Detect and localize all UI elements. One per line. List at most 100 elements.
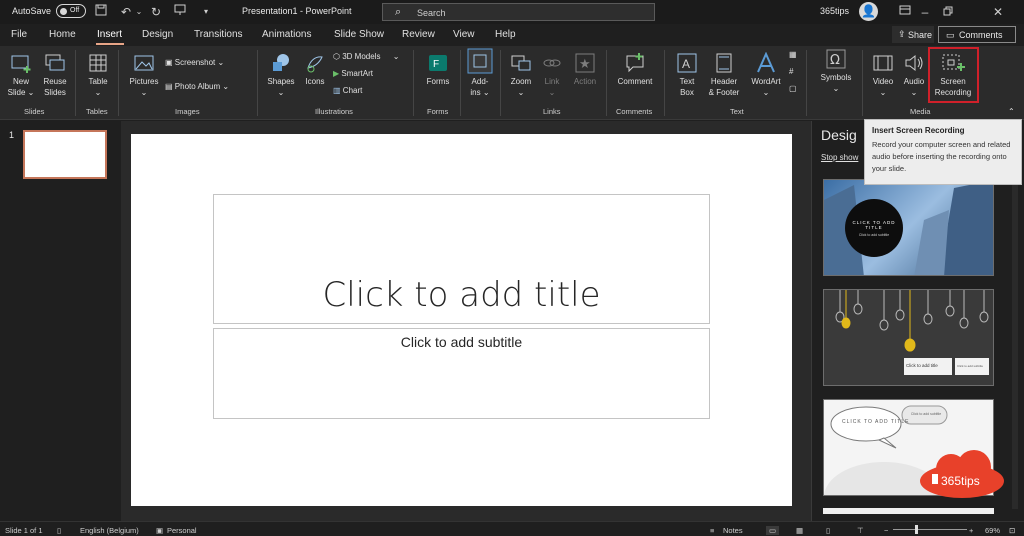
title-placeholder[interactable]: Click to add title: [213, 194, 710, 324]
tab-view[interactable]: View: [453, 29, 475, 40]
restore-icon[interactable]: [940, 4, 956, 20]
designer-scrollbar[interactable]: [1012, 129, 1018, 509]
cube-icon: ⬡: [333, 52, 340, 61]
undo-dropdown-icon[interactable]: ⌄: [131, 4, 147, 20]
zoom-slider-thumb[interactable]: [915, 525, 918, 534]
tab-design[interactable]: Design: [142, 29, 173, 40]
date-time-button[interactable]: ▦: [789, 50, 797, 59]
3d-models-button[interactable]: ⬡ 3D Models ⌄: [333, 52, 399, 61]
forms-button[interactable]: F Forms: [423, 52, 453, 87]
title-bar: AutoSave Off ↶ ⌄ ↻ ▾ Presentation1 - Pow…: [0, 0, 1024, 24]
wordart-button[interactable]: WordArt ⌄: [747, 52, 785, 98]
tab-file[interactable]: File: [11, 29, 27, 40]
photo-album-button[interactable]: ▤ Photo Album ⌄: [165, 82, 229, 91]
group-forms-label: Forms: [427, 107, 449, 116]
account-name[interactable]: 365tips: [820, 6, 849, 16]
search-box[interactable]: ⌕ Search: [382, 3, 655, 21]
notes-icon[interactable]: ≡: [710, 526, 714, 535]
shapes-label: Shapes: [267, 77, 295, 86]
forms-label: Forms: [426, 77, 450, 86]
pictures-label: Pictures: [129, 77, 159, 86]
redo-icon[interactable]: ↻: [148, 4, 164, 20]
symbols-button[interactable]: Ω Symbols ⌄: [815, 48, 857, 94]
zoom-level[interactable]: 69%: [985, 526, 1000, 535]
avatar[interactable]: 👤: [859, 2, 878, 21]
notes-button[interactable]: Notes: [723, 526, 743, 535]
normal-view-icon[interactable]: ▭: [766, 526, 780, 535]
smartart-button[interactable]: ▶ SmartArt: [333, 69, 373, 78]
card-title: CLICK TO ADD TITLE: [842, 419, 910, 425]
group-divider: [664, 50, 665, 116]
subtitle-placeholder[interactable]: Click to add subtitle: [213, 328, 710, 419]
fit-to-window-icon[interactable]: ⊡: [1009, 526, 1015, 535]
tab-animations[interactable]: Animations: [262, 29, 311, 40]
customize-toolbar-icon[interactable]: ▾: [198, 4, 214, 20]
tab-insert[interactable]: Insert: [97, 29, 122, 40]
subtitle-placeholder-text: Click to add subtitle: [400, 334, 523, 350]
autosave-toggle[interactable]: Off: [56, 4, 86, 18]
action-button[interactable]: ★ Action: [569, 52, 601, 87]
comment-button[interactable]: Comment: [613, 52, 657, 87]
addins-button[interactable]: Add- ins ⌄: [466, 48, 494, 98]
ribbon-tabs: File Home Insert Design Transitions Anim…: [0, 24, 1024, 46]
new-slide-label: New: [12, 77, 29, 86]
chart-button[interactable]: ▥ Chart: [333, 86, 362, 95]
zoom-in-button[interactable]: +: [969, 526, 973, 535]
reuse-label: Reuse: [43, 77, 67, 86]
active-tab-indicator: [96, 43, 124, 45]
link-button[interactable]: Link ⌄: [540, 52, 564, 98]
language[interactable]: English (Belgium): [80, 526, 139, 535]
tab-transitions[interactable]: Transitions: [194, 29, 243, 40]
close-icon[interactable]: ✕: [990, 4, 1006, 20]
share-button[interactable]: ⇪ Share: [892, 26, 934, 43]
stop-show-link[interactable]: Stop show: [821, 153, 858, 162]
shapes-button[interactable]: Shapes ⌄: [265, 52, 297, 98]
zoom-out-button[interactable]: −: [884, 526, 888, 535]
action-icon: ★: [575, 53, 595, 73]
zoom-slider[interactable]: [893, 529, 967, 530]
design-idea-2[interactable]: Click to add title Click to add subtitle: [823, 289, 994, 386]
video-button[interactable]: Video ⌄: [868, 52, 898, 98]
slide[interactable]: Click to add title Click to add subtitle: [131, 134, 792, 506]
ribbon-display-icon[interactable]: [897, 4, 913, 20]
group-divider: [75, 50, 76, 116]
spelling-icon[interactable]: ▯: [57, 526, 61, 535]
pictures-button[interactable]: Pictures ⌄: [127, 52, 161, 98]
icons-button[interactable]: Icons: [301, 52, 329, 87]
save-icon[interactable]: [93, 4, 109, 20]
slide-thumbnail[interactable]: [23, 130, 107, 179]
table-button[interactable]: Table ⌄: [84, 52, 112, 98]
reuse-slides-button[interactable]: Reuse Slides: [40, 52, 70, 98]
zoom-button[interactable]: Zoom ⌄: [506, 52, 536, 98]
tab-home[interactable]: Home: [49, 29, 76, 40]
comments-label: Comments: [959, 30, 1003, 40]
group-slides-label: Slides: [24, 107, 45, 116]
design-idea-1[interactable]: CLICK TO ADD TITLE Click to add subtitle: [823, 179, 994, 276]
slideshow-view-icon[interactable]: ⊤: [857, 526, 864, 535]
present-icon[interactable]: [172, 4, 188, 20]
collapse-ribbon-icon[interactable]: ⌃: [1008, 107, 1015, 116]
slide-number-button[interactable]: #: [789, 67, 793, 76]
title-placeholder-text: Click to add title: [322, 275, 601, 315]
reading-view-icon[interactable]: ▯: [826, 526, 830, 535]
tab-slide-show[interactable]: Slide Show: [334, 29, 384, 40]
tab-help[interactable]: Help: [495, 29, 516, 40]
new-slide-button[interactable]: New Slide ⌄: [7, 52, 35, 98]
slide-sorter-icon[interactable]: ▦: [796, 526, 803, 535]
table-icon: [89, 54, 107, 72]
svg-text:A: A: [682, 57, 690, 71]
design-idea-4-partial[interactable]: [823, 508, 994, 514]
object-button[interactable]: ▢: [789, 84, 797, 93]
sensitivity-icon[interactable]: ▣: [156, 526, 163, 535]
logo-text: 365tips: [941, 474, 980, 488]
comments-button[interactable]: ▭ Comments: [938, 26, 1016, 43]
ribbon: New Slide ⌄ Reuse Slides Slides Table ⌄ T…: [0, 46, 1024, 120]
minimize-icon[interactable]: –: [917, 4, 933, 20]
audio-button[interactable]: Audio ⌄: [899, 52, 929, 98]
screenshot-button[interactable]: ▣ Screenshot ⌄: [165, 58, 224, 67]
header-footer-button[interactable]: Header & Footer: [705, 52, 743, 98]
tab-review[interactable]: Review: [402, 29, 435, 40]
text-box-button[interactable]: A Text Box: [673, 52, 701, 98]
sensitivity-label[interactable]: Personal: [167, 526, 197, 535]
wordart-icon: [757, 52, 775, 73]
